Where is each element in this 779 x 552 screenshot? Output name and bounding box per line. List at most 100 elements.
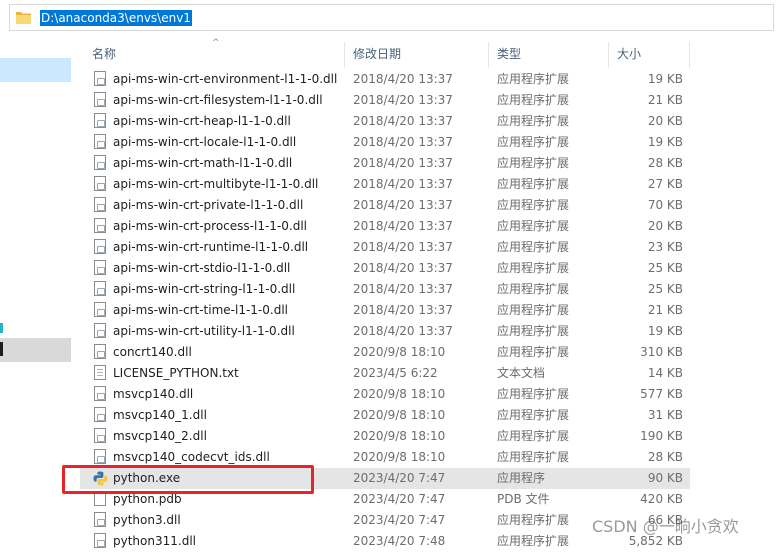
file-date: 2023/4/20 7:47	[353, 471, 446, 485]
column-type[interactable]: 类型	[497, 40, 521, 68]
file-date: 2018/4/20 13:37	[353, 324, 453, 338]
table-row[interactable]: concrt140.dll 2020/9/8 18:10 应用程序扩展 310 KB	[80, 342, 690, 363]
address-path[interactable]: D:\anaconda3\envs\env1	[40, 10, 192, 26]
file-size: 31 KB	[647, 408, 683, 422]
annotation-highlight-box	[62, 465, 314, 494]
file-size: 20 KB	[647, 114, 683, 128]
column-name[interactable]: 名称	[92, 40, 116, 68]
nav-item-active[interactable]	[0, 338, 71, 362]
file-name: api-ms-win-crt-math-l1-1-0.dll	[113, 156, 293, 170]
file-name: api-ms-win-crt-filesystem-l1-1-0.dll	[113, 93, 323, 107]
table-row[interactable]: api-ms-win-crt-heap-l1-1-0.dll 2018/4/20 …	[80, 111, 690, 132]
table-row[interactable]: msvcp140_2.dll 2020/9/8 18:10 应用程序扩展 190 KB	[80, 426, 690, 447]
dll-file-icon	[94, 197, 106, 212]
file-type: 应用程序扩展	[497, 534, 570, 548]
dll-file-icon	[94, 92, 106, 107]
column-divider[interactable]	[689, 42, 690, 68]
file-date: 2020/9/8 18:10	[353, 408, 446, 422]
file-type: 应用程序扩展	[497, 156, 570, 170]
file-size: 28 KB	[647, 450, 683, 464]
file-name: api-ms-win-crt-private-l1-1-0.dll	[113, 198, 304, 212]
table-row[interactable]: api-ms-win-crt-string-l1-1-0.dll 2018/4/2…	[80, 279, 690, 300]
file-size: 19 KB	[647, 324, 683, 338]
dll-file-icon	[94, 407, 106, 422]
file-date: 2020/9/8 18:10	[353, 345, 446, 359]
file-name: api-ms-win-crt-stdio-l1-1-0.dll	[113, 261, 291, 275]
table-row[interactable]: api-ms-win-crt-utility-l1-1-0.dll 2018/4/…	[80, 321, 690, 342]
column-divider[interactable]	[344, 42, 345, 68]
column-divider[interactable]	[608, 42, 609, 68]
dll-file-icon	[94, 155, 106, 170]
table-row[interactable]: api-ms-win-crt-locale-l1-1-0.dll 2018/4/2…	[80, 132, 690, 153]
file-size: 70 KB	[647, 198, 683, 212]
table-row[interactable]: api-ms-win-crt-math-l1-1-0.dll 2018/4/20 …	[80, 153, 690, 174]
file-name: concrt140.dll	[113, 345, 192, 359]
table-row[interactable]: api-ms-win-crt-process-l1-1-0.dll 2018/4/…	[80, 216, 690, 237]
file-size: 420 KB	[640, 492, 683, 506]
dll-file-icon	[94, 533, 106, 548]
file-type: 应用程序扩展	[497, 324, 570, 338]
file-name: api-ms-win-crt-utility-l1-1-0.dll	[113, 324, 295, 338]
table-row[interactable]: api-ms-win-crt-time-l1-1-0.dll 2018/4/20 …	[80, 300, 690, 321]
file-type: 应用程序扩展	[497, 513, 570, 527]
file-date: 2023/4/5 6:22	[353, 366, 438, 380]
file-type: 应用程序扩展	[497, 408, 570, 422]
file-size: 25 KB	[647, 282, 683, 296]
file-size: 28 KB	[647, 156, 683, 170]
dll-file-icon	[94, 344, 106, 359]
file-type: 应用程序扩展	[497, 135, 570, 149]
dll-file-icon	[94, 260, 106, 275]
table-row[interactable]: msvcp140.dll 2020/9/8 18:10 应用程序扩展 577 KB	[80, 384, 690, 405]
nav-item-selected[interactable]	[0, 58, 71, 82]
file-date: 2018/4/20 13:37	[353, 282, 453, 296]
file-name: api-ms-win-crt-heap-l1-1-0.dll	[113, 114, 291, 128]
file-type: 应用程序扩展	[497, 198, 570, 212]
dll-file-icon	[94, 512, 106, 527]
dll-file-icon	[94, 323, 106, 338]
file-name: msvcp140_1.dll	[113, 408, 207, 422]
file-size: 20 KB	[647, 219, 683, 233]
file-type: 应用程序扩展	[497, 261, 570, 275]
file-type: 应用程序扩展	[497, 72, 570, 86]
file-type: 应用程序扩展	[497, 177, 570, 191]
table-row[interactable]: api-ms-win-crt-stdio-l1-1-0.dll 2018/4/20…	[80, 258, 690, 279]
file-size: 27 KB	[647, 177, 683, 191]
file-date: 2018/4/20 13:37	[353, 156, 453, 170]
file-type: PDB 文件	[497, 492, 550, 506]
file-size: 19 KB	[647, 72, 683, 86]
file-date: 2018/4/20 13:37	[353, 303, 453, 317]
column-date[interactable]: 修改日期	[353, 40, 401, 68]
table-row[interactable]: api-ms-win-crt-private-l1-1-0.dll 2018/4/…	[80, 195, 690, 216]
file-type: 应用程序扩展	[497, 240, 570, 254]
folder-icon	[16, 12, 31, 24]
file-name: api-ms-win-crt-string-l1-1-0.dll	[113, 282, 296, 296]
table-row[interactable]: LICENSE_PYTHON.txt 2023/4/5 6:22 文本文档 14 KB	[80, 363, 690, 384]
address-bar[interactable]: D:\anaconda3\envs\env1	[9, 4, 774, 31]
file-date: 2018/4/20 13:37	[353, 177, 453, 191]
table-row[interactable]: api-ms-win-crt-filesystem-l1-1-0.dll 2018…	[80, 90, 690, 111]
file-size: 577 KB	[640, 387, 683, 401]
table-row[interactable]: api-ms-win-crt-multibyte-l1-1-0.dll 2018/…	[80, 174, 690, 195]
column-size[interactable]: 大小	[617, 40, 641, 68]
file-name: api-ms-win-crt-process-l1-1-0.dll	[113, 219, 307, 233]
dll-file-icon	[94, 302, 106, 317]
column-divider[interactable]	[488, 42, 489, 68]
sort-ascending-icon: ^	[212, 38, 220, 48]
file-date: 2018/4/20 13:37	[353, 261, 453, 275]
file-date: 2018/4/20 13:37	[353, 93, 453, 107]
file-type: 应用程序	[497, 471, 546, 485]
table-row[interactable]: msvcp140_1.dll 2020/9/8 18:10 应用程序扩展 31 KB	[80, 405, 690, 426]
file-type: 应用程序扩展	[497, 450, 570, 464]
table-row[interactable]: api-ms-win-crt-runtime-l1-1-0.dll 2018/4/…	[80, 237, 690, 258]
dll-file-icon	[94, 71, 106, 86]
file-size: 21 KB	[647, 93, 683, 107]
table-row[interactable]: api-ms-win-crt-environment-l1-1-0.dll 201…	[80, 69, 690, 90]
file-name: msvcp140.dll	[113, 387, 194, 401]
file-date: 2020/9/8 18:10	[353, 450, 446, 464]
nav-item-indicator	[0, 323, 3, 333]
dll-file-icon	[94, 134, 106, 149]
file-name: api-ms-win-crt-environment-l1-1-0.dll	[113, 72, 338, 86]
file-type: 应用程序扩展	[497, 114, 570, 128]
file-size: 190 KB	[640, 429, 683, 443]
file-type: 文本文档	[497, 366, 546, 380]
